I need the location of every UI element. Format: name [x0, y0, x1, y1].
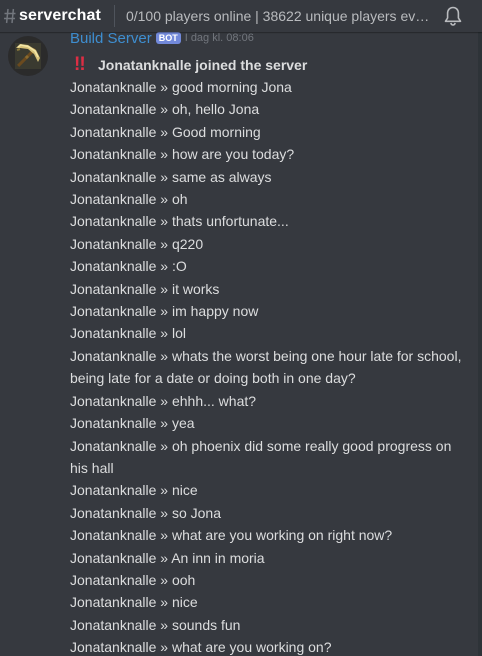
chat-line: Jonatanknalle » An inn in moria — [70, 549, 265, 566]
chat-line: Jonatanknalle » im happy now — [70, 303, 259, 320]
chat-line: Jonatanknalle » nice — [70, 482, 198, 499]
chat-line: Jonatanknalle » oh, hello Jona — [70, 101, 260, 118]
join-message: !! Jonatanknalle joined the server — [70, 54, 472, 76]
chat-line: Jonatanknalle » q220 — [70, 235, 204, 252]
discord-channel-view: serverchat 0/100 players online | 38622 … — [0, 0, 482, 656]
chat-line: Jonatanknalle » lol — [70, 325, 186, 342]
channel-header: serverchat 0/100 players online | 38622 … — [0, 0, 482, 32]
chat-line: Jonatanknalle » what are you working on … — [70, 527, 393, 544]
scrollbar[interactable] — [478, 32, 482, 656]
bot-avatar[interactable] — [8, 36, 48, 76]
chat-line: Jonatanknalle » ooh — [70, 571, 196, 588]
chat-line: Jonatanknalle » thats unfortunate... — [70, 213, 289, 230]
chat-line: Jonatanknalle » nice — [70, 594, 198, 611]
chat-line: Jonatanknalle » how are you today? — [70, 146, 295, 163]
double-exclamation-icon: !! — [74, 54, 86, 75]
channel-name: serverchat — [19, 7, 101, 24]
chat-line: Jonatanknalle » sounds fun — [70, 616, 241, 633]
channel-topic[interactable]: 0/100 players online | 38622 unique play… — [126, 8, 431, 24]
chat-line: Jonatanknalle » oh — [70, 191, 188, 208]
hash-icon — [4, 8, 16, 24]
join-text: Jonatanknalle joined the server — [98, 57, 308, 73]
chat-line: Jonatanknalle » so Jona — [70, 504, 221, 521]
chat-lines: Jonatanknalle » good morning Jona Jonatan… — [70, 76, 472, 656]
chat-line: Jonatanknalle » it works — [70, 280, 220, 297]
bell-icon[interactable] — [444, 6, 462, 26]
header-divider — [113, 5, 115, 27]
message-header: Build Server BOT I dag kl. 08:06 — [70, 32, 254, 50]
chat-line: Jonatanknalle » Good morning — [70, 123, 261, 140]
chat-line: Jonatanknalle » good morning Jona — [70, 79, 292, 95]
chat-line: Jonatanknalle » same as always — [70, 168, 272, 185]
chat-line: Jonatanknalle » whats the worst being on… — [70, 347, 462, 387]
chat-line: Jonatanknalle » oh phoenix did some real… — [70, 437, 452, 476]
chat-line: Jonatanknalle » what are you working on? — [70, 639, 332, 656]
message-content: !! Jonatanknalle joined the server Jonat… — [70, 54, 472, 656]
chat-line: Jonatanknalle » ehhh... what? — [70, 392, 257, 409]
bot-tag: BOT — [155, 32, 181, 44]
username[interactable]: Build Server — [70, 32, 152, 47]
message-list[interactable]: Build Server BOT I dag kl. 08:06 !! Jona… — [0, 32, 478, 656]
chat-line: Jonatanknalle » yea — [70, 415, 195, 432]
chat-line: Jonatanknalle » :O — [70, 258, 187, 275]
timestamp[interactable]: I dag kl. 08:06 — [185, 32, 254, 44]
pickaxe-avatar-icon — [8, 36, 48, 76]
